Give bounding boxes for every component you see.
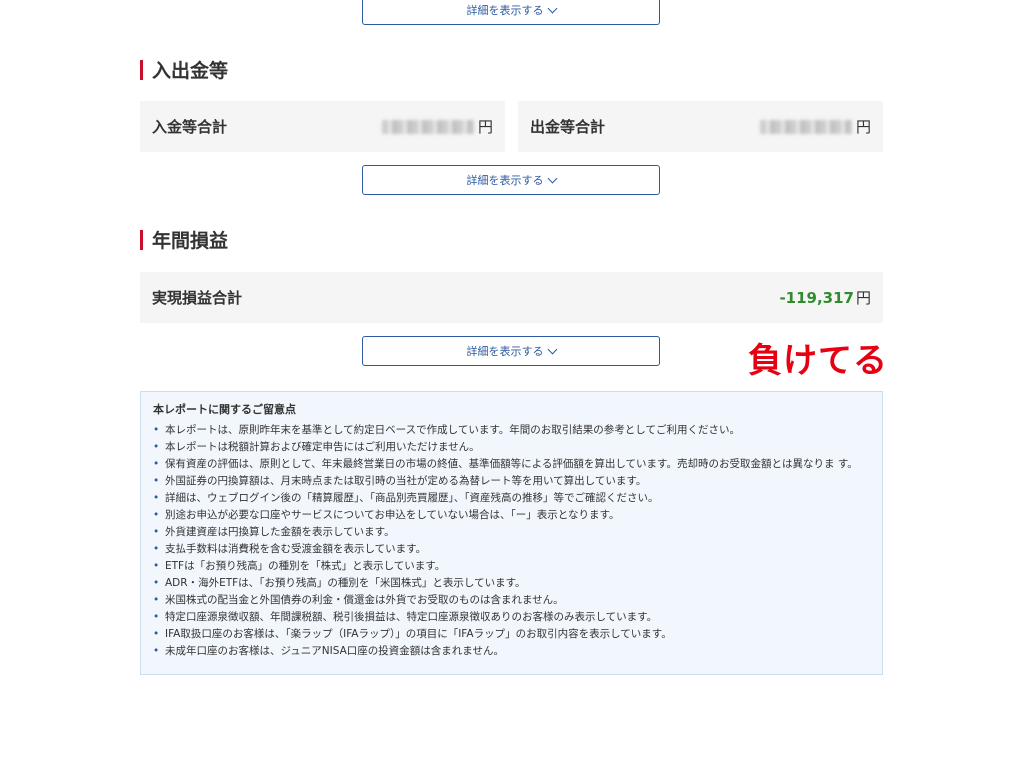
realized-pl-amount: -119,317: [779, 288, 854, 307]
redacted-amount: [381, 119, 474, 134]
note-item: IFA取扱口座のお客様は、「楽ラップ（IFAラップ）」の項目に「IFAラップ」の…: [153, 626, 870, 643]
note-item: 本レポートは税額計算および確定申告にはご利用いただけません。: [153, 439, 870, 456]
deposit-total-label: 入金等合計: [152, 118, 228, 136]
show-details-button-deposits[interactable]: 詳細を表示する: [362, 165, 660, 195]
section-title-text: 年間損益: [152, 230, 229, 252]
withdrawal-total-label: 出金等合計: [530, 118, 606, 136]
section-marker: [140, 59, 143, 80]
currency-unit: 円: [855, 118, 871, 136]
note-item: 保有資産の評価は、原則として、年末最終営業日の市場の終値、基準価額等による評価額…: [153, 456, 870, 473]
note-item: ADR・海外ETFは、「お預り残高」の種別を「米国株式」と表示しています。: [153, 575, 870, 592]
notes-list: 本レポートは、原則昨年末を基準として約定日ベースで作成しています。年間のお取引結…: [153, 422, 870, 660]
chevron-down-icon: [547, 173, 557, 183]
note-item: 別途お申込が必要な口座やサービスについてお申込をしていない場合は、「ー」表示とな…: [153, 507, 870, 524]
realized-pl-label: 実現損益合計: [152, 289, 243, 307]
show-details-label: 詳細を表示する: [466, 4, 544, 17]
note-item: 米国株式の配当金と外国債券の利金・償還金は外貨でお受取のものは含まれません。: [153, 592, 870, 609]
note-item: 外国証券の円換算額は、月末時点または取引時の当社が定める為替レート等を用いて算出…: [153, 473, 870, 490]
realized-pl-card: 実現損益合計 -119,317 円: [140, 272, 883, 323]
note-item: 支払手数料は消費税を含む受渡金額を表示しています。: [153, 541, 870, 558]
note-item: 特定口座源泉徴収額、年間課税額、税引後損益は、特定口座源泉徴収ありのお客様のみ表…: [153, 609, 870, 626]
show-details-label: 詳細を表示する: [466, 345, 544, 358]
withdrawal-total-value: 円: [759, 116, 871, 137]
note-item: 外貨建資産は円換算した金額を表示しています。: [153, 524, 870, 541]
show-details-button-top[interactable]: 詳細を表示する: [362, 0, 660, 25]
show-details-button-annual[interactable]: 詳細を表示する: [362, 336, 660, 366]
show-details-label: 詳細を表示する: [466, 174, 544, 187]
section-marker: [140, 229, 143, 250]
report-notes-box: 本レポートに関するご留意点 本レポートは、原則昨年末を基準として約定日ベースで作…: [140, 391, 883, 675]
notes-title: 本レポートに関するご留意点: [153, 403, 296, 416]
note-item: ETFは「お預り残高」の種別を「株式」と表示しています。: [153, 558, 870, 575]
annual-pl-section-title: 年間損益: [140, 226, 228, 253]
note-item: 本レポートは、原則昨年末を基準として約定日ベースで作成しています。年間のお取引結…: [153, 422, 870, 439]
red-annotation-text: 負けてる: [748, 341, 888, 381]
withdrawal-total-card: 出金等合計 円: [518, 101, 883, 152]
chevron-down-icon: [547, 344, 557, 354]
currency-unit: 円: [477, 118, 493, 136]
deposits-section-title: 入出金等: [140, 56, 228, 83]
deposit-total-value: 円: [381, 116, 493, 137]
realized-pl-value: -119,317 円: [779, 287, 871, 308]
section-title-text: 入出金等: [152, 60, 229, 82]
deposit-total-card: 入金等合計 円: [140, 101, 505, 152]
note-item: 未成年口座のお客様は、ジュニアNISA口座の投資金額は含まれません。: [153, 643, 870, 660]
redacted-amount: [759, 119, 852, 134]
chevron-down-icon: [547, 3, 557, 13]
currency-unit: 円: [855, 289, 871, 307]
note-item: 詳細は、ウェブログイン後の「精算履歴」、「商品別売買履歴」、「資産残高の推移」等…: [153, 490, 870, 507]
